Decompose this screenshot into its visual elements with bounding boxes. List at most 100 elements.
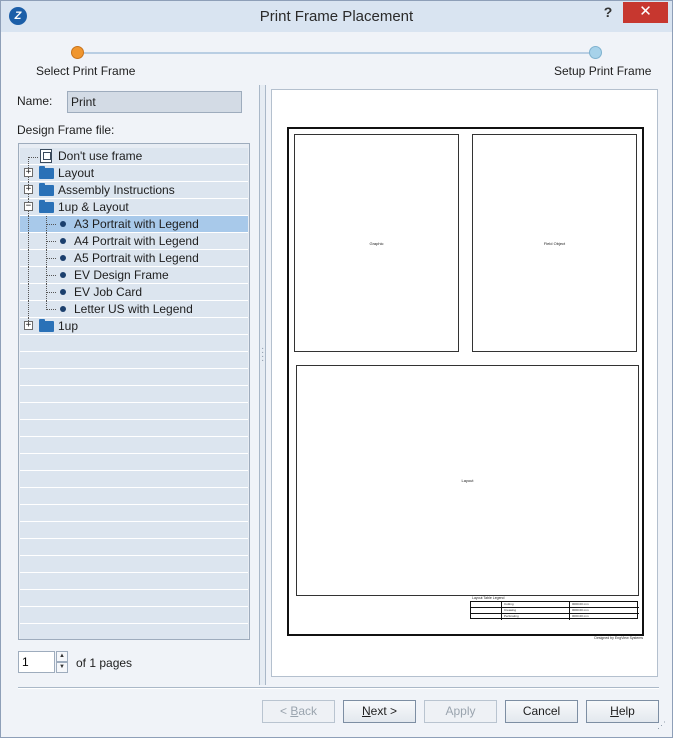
tree-empty-row — [20, 505, 248, 522]
frame-icon — [40, 149, 52, 163]
tree-empty-row — [20, 590, 248, 607]
tree-connector — [28, 233, 29, 250]
tree-item-a3-portrait[interactable]: A3 Portrait with Legend — [20, 216, 248, 233]
tree-item-ev-design-frame[interactable]: EV Design Frame — [20, 267, 248, 284]
tree-item-assembly-instructions[interactable]: + Assembly Instructions — [20, 182, 248, 199]
tree-connector — [28, 216, 29, 233]
back-arrow: < — [279, 704, 291, 718]
tree-connector — [46, 241, 56, 242]
folder-icon — [39, 183, 54, 196]
tree-item-1up-layout[interactable]: − 1up & Layout — [20, 199, 248, 216]
legend-title: Layout Table Legend — [472, 596, 505, 600]
wizard-progress-line — [84, 52, 596, 54]
legend-cell: Perforating — [501, 614, 569, 620]
collapse-icon[interactable]: − — [24, 202, 33, 211]
tree-connector — [28, 250, 29, 267]
footer-separator — [18, 687, 659, 689]
tree-empty-row — [20, 420, 248, 437]
tree-item-label: Layout — [58, 166, 95, 180]
name-field[interactable] — [67, 91, 242, 113]
next-button[interactable]: Next > — [343, 700, 416, 723]
bullet-icon — [60, 306, 66, 312]
tree-empty-row — [20, 539, 248, 556]
tree-empty-row — [20, 352, 248, 369]
tree-empty-row — [20, 488, 248, 505]
tree-item-label: Assembly Instructions — [58, 183, 175, 197]
name-label: Name: — [17, 94, 53, 108]
tree-item-label: Letter US with Legend — [74, 302, 193, 316]
preview-graphic-label: Graphic — [369, 241, 384, 246]
tree-empty-row — [20, 335, 248, 352]
tree-item-layout[interactable]: + Layout — [20, 165, 248, 182]
tree-empty-row — [20, 386, 248, 403]
help-title-button[interactable]: ? — [597, 4, 619, 24]
preview-layout-panel: Layout — [296, 365, 639, 596]
back-rest: ack — [298, 704, 318, 718]
bullet-icon — [60, 255, 66, 261]
tree-connector — [28, 301, 29, 318]
help-rest: elp — [618, 704, 635, 718]
tree-item-label: A4 Portrait with Legend — [74, 234, 199, 248]
help-accel: H — [610, 704, 619, 718]
legend-cell: 0000.00 mm — [569, 614, 639, 620]
preview-credit: Designed by EngView Systems — [594, 636, 643, 640]
page-up-arrow-icon[interactable]: ▲ — [56, 651, 68, 662]
wizard-step-select-label: Select Print Frame — [36, 64, 136, 78]
tree-connector — [28, 157, 38, 158]
tree-connector — [46, 309, 56, 310]
apply-button[interactable]: Apply — [424, 700, 497, 723]
cancel-button[interactable]: Cancel — [505, 700, 578, 723]
preview-layout-label: Layout — [461, 478, 474, 483]
bullet-icon — [60, 221, 66, 227]
tree-item-a5-portrait[interactable]: A5 Portrait with Legend — [20, 250, 248, 267]
tree-empty-row — [20, 437, 248, 454]
legend-table: Cutting 0000.00 mm Creasing 0000.00 mm P… — [470, 601, 639, 620]
tree-connector — [28, 267, 29, 284]
expand-icon[interactable]: + — [24, 185, 33, 194]
tree-item-label: EV Design Frame — [74, 268, 169, 282]
preview-field-panel: Field Object — [472, 134, 637, 352]
expand-icon[interactable]: + — [24, 168, 33, 177]
tree-item-1up[interactable]: + 1up — [20, 318, 248, 335]
expand-icon[interactable]: + — [24, 321, 33, 330]
print-frame-placement-dialog: Z Print Frame Placement ? ✕ Select Print… — [0, 0, 673, 738]
wizard-step-setup-label: Setup Print Frame — [554, 64, 652, 78]
tree-empty-row — [20, 522, 248, 539]
wizard-step-current-icon — [71, 46, 84, 59]
page-down-arrow-icon[interactable]: ▼ — [56, 662, 68, 673]
legend-row: Perforating 0000.00 mm — [471, 614, 639, 620]
panel-splitter[interactable]: · · · · — [259, 85, 266, 685]
splitter-grip-icon: · · · · — [261, 343, 265, 366]
tree-empty-row — [20, 454, 248, 471]
tree-item-label: A5 Portrait with Legend — [74, 251, 199, 265]
tree-empty-row — [20, 369, 248, 386]
tree-item-dont-use-frame[interactable]: Don't use frame — [20, 148, 248, 166]
tree-connector — [46, 224, 56, 225]
help-button[interactable]: Help — [586, 700, 659, 723]
tree-item-ev-job-card[interactable]: EV Job Card — [20, 284, 248, 301]
back-button[interactable]: < Back — [262, 700, 335, 723]
tree-empty-row — [20, 607, 248, 624]
tree-item-label: Don't use frame — [58, 149, 143, 163]
next-rest: ext > — [370, 704, 398, 718]
preview-legend: Layout Table Legend Cutting 0000.00 mm C… — [470, 596, 640, 621]
tree-connector — [46, 292, 56, 293]
preview-sheet: Graphic Field Object Layout Layout Table… — [287, 127, 644, 636]
tree-item-letter-us[interactable]: Letter US with Legend — [20, 301, 248, 318]
tree-empty-row — [20, 471, 248, 488]
design-frame-file-label: Design Frame file: — [17, 123, 115, 137]
resize-grip-icon[interactable]: ⋰ — [657, 721, 668, 734]
wizard-progress: Select Print Frame Setup Print Frame — [9, 32, 666, 82]
tree-item-a4-portrait[interactable]: A4 Portrait with Legend — [20, 233, 248, 250]
design-frame-tree[interactable]: Don't use frame + Layout + Assembly Inst… — [18, 143, 250, 640]
page-number-input[interactable] — [18, 651, 55, 673]
bullet-icon — [60, 289, 66, 295]
close-button[interactable]: ✕ — [623, 2, 668, 23]
tree-connector — [28, 284, 29, 301]
tree-connector — [46, 258, 56, 259]
preview-graphic-panel: Graphic — [294, 134, 459, 352]
tree-empty-row — [20, 556, 248, 573]
wizard-step-next-icon — [589, 46, 602, 59]
tree-empty-row — [20, 403, 248, 420]
tree-connector — [46, 275, 56, 276]
